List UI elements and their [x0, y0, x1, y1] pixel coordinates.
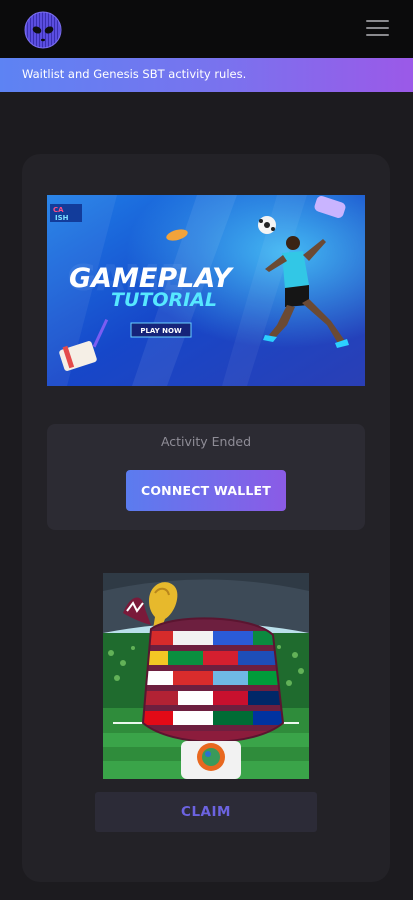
- football-icon: [258, 216, 276, 234]
- hamburger-menu-icon[interactable]: [366, 20, 389, 38]
- activity-panel: Activity Ended CONNECT WALLET: [47, 424, 365, 530]
- gameplay-title-line2: TUTORIAL: [111, 289, 217, 311]
- alien-logo-icon[interactable]: [24, 11, 62, 49]
- world-cup-nft-image: [103, 573, 309, 779]
- rules-banner-text: Waitlist and Genesis SBT activity rules.: [22, 67, 247, 81]
- play-now-label: PLAY NOW: [140, 327, 182, 335]
- tutorial-brand-line1: CA: [53, 206, 64, 214]
- gameplay-tutorial-banner[interactable]: GAME CA ISH GAMEPLAY TUTORIAL PLAY NOW: [47, 195, 365, 386]
- rules-banner[interactable]: Waitlist and Genesis SBT activity rules.: [0, 58, 413, 92]
- connect-wallet-button[interactable]: CONNECT WALLET: [126, 470, 286, 511]
- tutorial-brand-line2: ISH: [55, 214, 69, 222]
- activity-status-text: Activity Ended: [160, 434, 252, 449]
- top-bar: [0, 0, 413, 58]
- play-now-button[interactable]: PLAY NOW: [130, 322, 192, 338]
- claim-button[interactable]: CLAIM: [95, 792, 317, 832]
